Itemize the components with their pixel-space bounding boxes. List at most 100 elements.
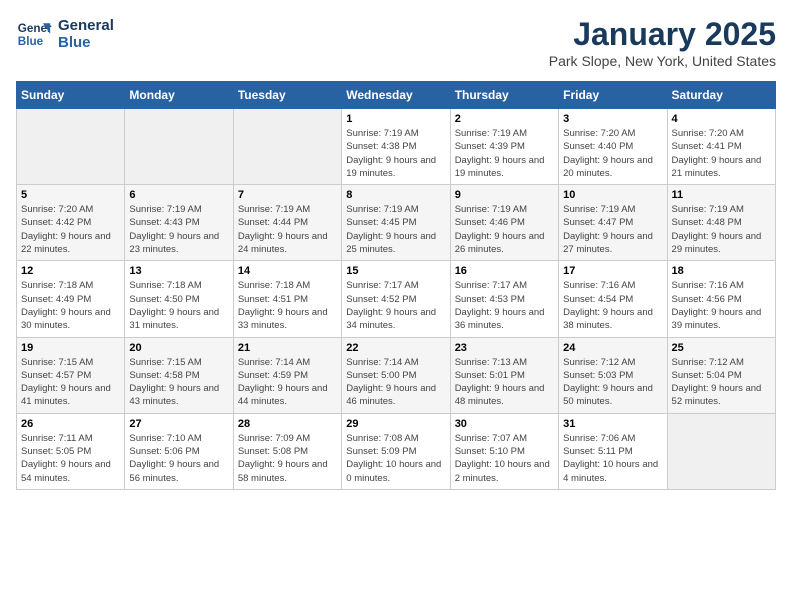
cell-daylight: Daylight: 9 hours and 48 minutes. — [455, 382, 554, 409]
calendar-cell: 10 Sunrise: 7:19 AM Sunset: 4:47 PM Dayl… — [559, 185, 667, 261]
calendar-cell — [233, 109, 341, 185]
cell-daylight: Daylight: 9 hours and 27 minutes. — [563, 230, 662, 257]
calendar-cell: 21 Sunrise: 7:14 AM Sunset: 4:59 PM Dayl… — [233, 337, 341, 413]
day-number: 24 — [563, 342, 662, 354]
day-number: 5 — [21, 189, 120, 201]
day-number: 19 — [21, 342, 120, 354]
cell-sunset: Sunset: 5:04 PM — [672, 369, 771, 382]
calendar-cell: 29 Sunrise: 7:08 AM Sunset: 5:09 PM Dayl… — [342, 413, 450, 489]
cell-sunrise: Sunrise: 7:19 AM — [346, 203, 445, 216]
cell-sunset: Sunset: 5:03 PM — [563, 369, 662, 382]
calendar-cell: 15 Sunrise: 7:17 AM Sunset: 4:52 PM Dayl… — [342, 261, 450, 337]
weekday-header: Tuesday — [233, 82, 341, 109]
cell-daylight: Daylight: 9 hours and 33 minutes. — [238, 306, 337, 333]
cell-sunrise: Sunrise: 7:18 AM — [21, 279, 120, 292]
cell-daylight: Daylight: 9 hours and 24 minutes. — [238, 230, 337, 257]
weekday-header: Thursday — [450, 82, 558, 109]
calendar-cell: 26 Sunrise: 7:11 AM Sunset: 5:05 PM Dayl… — [17, 413, 125, 489]
cell-daylight: Daylight: 9 hours and 19 minutes. — [455, 154, 554, 181]
day-number: 2 — [455, 113, 554, 125]
cell-sunset: Sunset: 4:40 PM — [563, 140, 662, 153]
cell-sunrise: Sunrise: 7:10 AM — [129, 432, 228, 445]
day-number: 20 — [129, 342, 228, 354]
day-number: 27 — [129, 418, 228, 430]
cell-sunset: Sunset: 4:45 PM — [346, 216, 445, 229]
weekday-header: Sunday — [17, 82, 125, 109]
cell-sunrise: Sunrise: 7:11 AM — [21, 432, 120, 445]
cell-sunset: Sunset: 5:00 PM — [346, 369, 445, 382]
cell-sunset: Sunset: 4:38 PM — [346, 140, 445, 153]
cell-sunset: Sunset: 4:54 PM — [563, 293, 662, 306]
calendar-cell: 11 Sunrise: 7:19 AM Sunset: 4:48 PM Dayl… — [667, 185, 775, 261]
logo-text: GeneralBlue — [58, 17, 114, 51]
cell-daylight: Daylight: 9 hours and 43 minutes. — [129, 382, 228, 409]
cell-sunrise: Sunrise: 7:14 AM — [238, 356, 337, 369]
cell-daylight: Daylight: 9 hours and 31 minutes. — [129, 306, 228, 333]
calendar-cell: 3 Sunrise: 7:20 AM Sunset: 4:40 PM Dayli… — [559, 109, 667, 185]
day-number: 30 — [455, 418, 554, 430]
day-number: 31 — [563, 418, 662, 430]
cell-sunset: Sunset: 5:05 PM — [21, 445, 120, 458]
cell-sunrise: Sunrise: 7:08 AM — [346, 432, 445, 445]
cell-sunset: Sunset: 5:10 PM — [455, 445, 554, 458]
day-number: 4 — [672, 113, 771, 125]
cell-sunset: Sunset: 4:47 PM — [563, 216, 662, 229]
calendar-week-row: 19 Sunrise: 7:15 AM Sunset: 4:57 PM Dayl… — [17, 337, 776, 413]
cell-sunset: Sunset: 4:42 PM — [21, 216, 120, 229]
day-number: 18 — [672, 265, 771, 277]
cell-sunset: Sunset: 4:59 PM — [238, 369, 337, 382]
cell-sunset: Sunset: 5:08 PM — [238, 445, 337, 458]
weekday-header: Wednesday — [342, 82, 450, 109]
day-number: 3 — [563, 113, 662, 125]
calendar-cell: 17 Sunrise: 7:16 AM Sunset: 4:54 PM Dayl… — [559, 261, 667, 337]
calendar-cell: 12 Sunrise: 7:18 AM Sunset: 4:49 PM Dayl… — [17, 261, 125, 337]
cell-sunset: Sunset: 5:11 PM — [563, 445, 662, 458]
cell-daylight: Daylight: 9 hours and 39 minutes. — [672, 306, 771, 333]
calendar-cell: 25 Sunrise: 7:12 AM Sunset: 5:04 PM Dayl… — [667, 337, 775, 413]
cell-sunset: Sunset: 5:01 PM — [455, 369, 554, 382]
calendar-cell: 20 Sunrise: 7:15 AM Sunset: 4:58 PM Dayl… — [125, 337, 233, 413]
subtitle: Park Slope, New York, United States — [549, 53, 776, 69]
day-number: 21 — [238, 342, 337, 354]
cell-sunset: Sunset: 4:50 PM — [129, 293, 228, 306]
day-number: 16 — [455, 265, 554, 277]
cell-sunrise: Sunrise: 7:19 AM — [238, 203, 337, 216]
calendar-cell: 7 Sunrise: 7:19 AM Sunset: 4:44 PM Dayli… — [233, 185, 341, 261]
cell-sunrise: Sunrise: 7:18 AM — [238, 279, 337, 292]
calendar-cell: 9 Sunrise: 7:19 AM Sunset: 4:46 PM Dayli… — [450, 185, 558, 261]
day-number: 1 — [346, 113, 445, 125]
cell-daylight: Daylight: 9 hours and 26 minutes. — [455, 230, 554, 257]
cell-daylight: Daylight: 10 hours and 2 minutes. — [455, 458, 554, 485]
cell-sunrise: Sunrise: 7:19 AM — [455, 127, 554, 140]
calendar-cell: 5 Sunrise: 7:20 AM Sunset: 4:42 PM Dayli… — [17, 185, 125, 261]
logo: General Blue GeneralBlue — [16, 16, 114, 52]
cell-sunrise: Sunrise: 7:06 AM — [563, 432, 662, 445]
day-number: 26 — [21, 418, 120, 430]
calendar-cell: 8 Sunrise: 7:19 AM Sunset: 4:45 PM Dayli… — [342, 185, 450, 261]
day-number: 25 — [672, 342, 771, 354]
cell-sunrise: Sunrise: 7:12 AM — [672, 356, 771, 369]
header: General Blue GeneralBlue January 2025 Pa… — [16, 16, 776, 69]
calendar-cell: 18 Sunrise: 7:16 AM Sunset: 4:56 PM Dayl… — [667, 261, 775, 337]
cell-sunset: Sunset: 4:58 PM — [129, 369, 228, 382]
cell-daylight: Daylight: 9 hours and 25 minutes. — [346, 230, 445, 257]
calendar-header-row: SundayMondayTuesdayWednesdayThursdayFrid… — [17, 82, 776, 109]
cell-sunrise: Sunrise: 7:15 AM — [129, 356, 228, 369]
cell-sunset: Sunset: 4:41 PM — [672, 140, 771, 153]
calendar-week-row: 26 Sunrise: 7:11 AM Sunset: 5:05 PM Dayl… — [17, 413, 776, 489]
cell-sunrise: Sunrise: 7:17 AM — [455, 279, 554, 292]
cell-daylight: Daylight: 9 hours and 46 minutes. — [346, 382, 445, 409]
calendar-cell: 27 Sunrise: 7:10 AM Sunset: 5:06 PM Dayl… — [125, 413, 233, 489]
cell-sunset: Sunset: 5:09 PM — [346, 445, 445, 458]
cell-sunrise: Sunrise: 7:20 AM — [563, 127, 662, 140]
day-number: 7 — [238, 189, 337, 201]
cell-sunrise: Sunrise: 7:13 AM — [455, 356, 554, 369]
cell-sunrise: Sunrise: 7:20 AM — [672, 127, 771, 140]
day-number: 17 — [563, 265, 662, 277]
cell-sunrise: Sunrise: 7:07 AM — [455, 432, 554, 445]
weekday-header: Friday — [559, 82, 667, 109]
calendar-week-row: 1 Sunrise: 7:19 AM Sunset: 4:38 PM Dayli… — [17, 109, 776, 185]
cell-sunrise: Sunrise: 7:14 AM — [346, 356, 445, 369]
cell-sunrise: Sunrise: 7:19 AM — [129, 203, 228, 216]
day-number: 12 — [21, 265, 120, 277]
